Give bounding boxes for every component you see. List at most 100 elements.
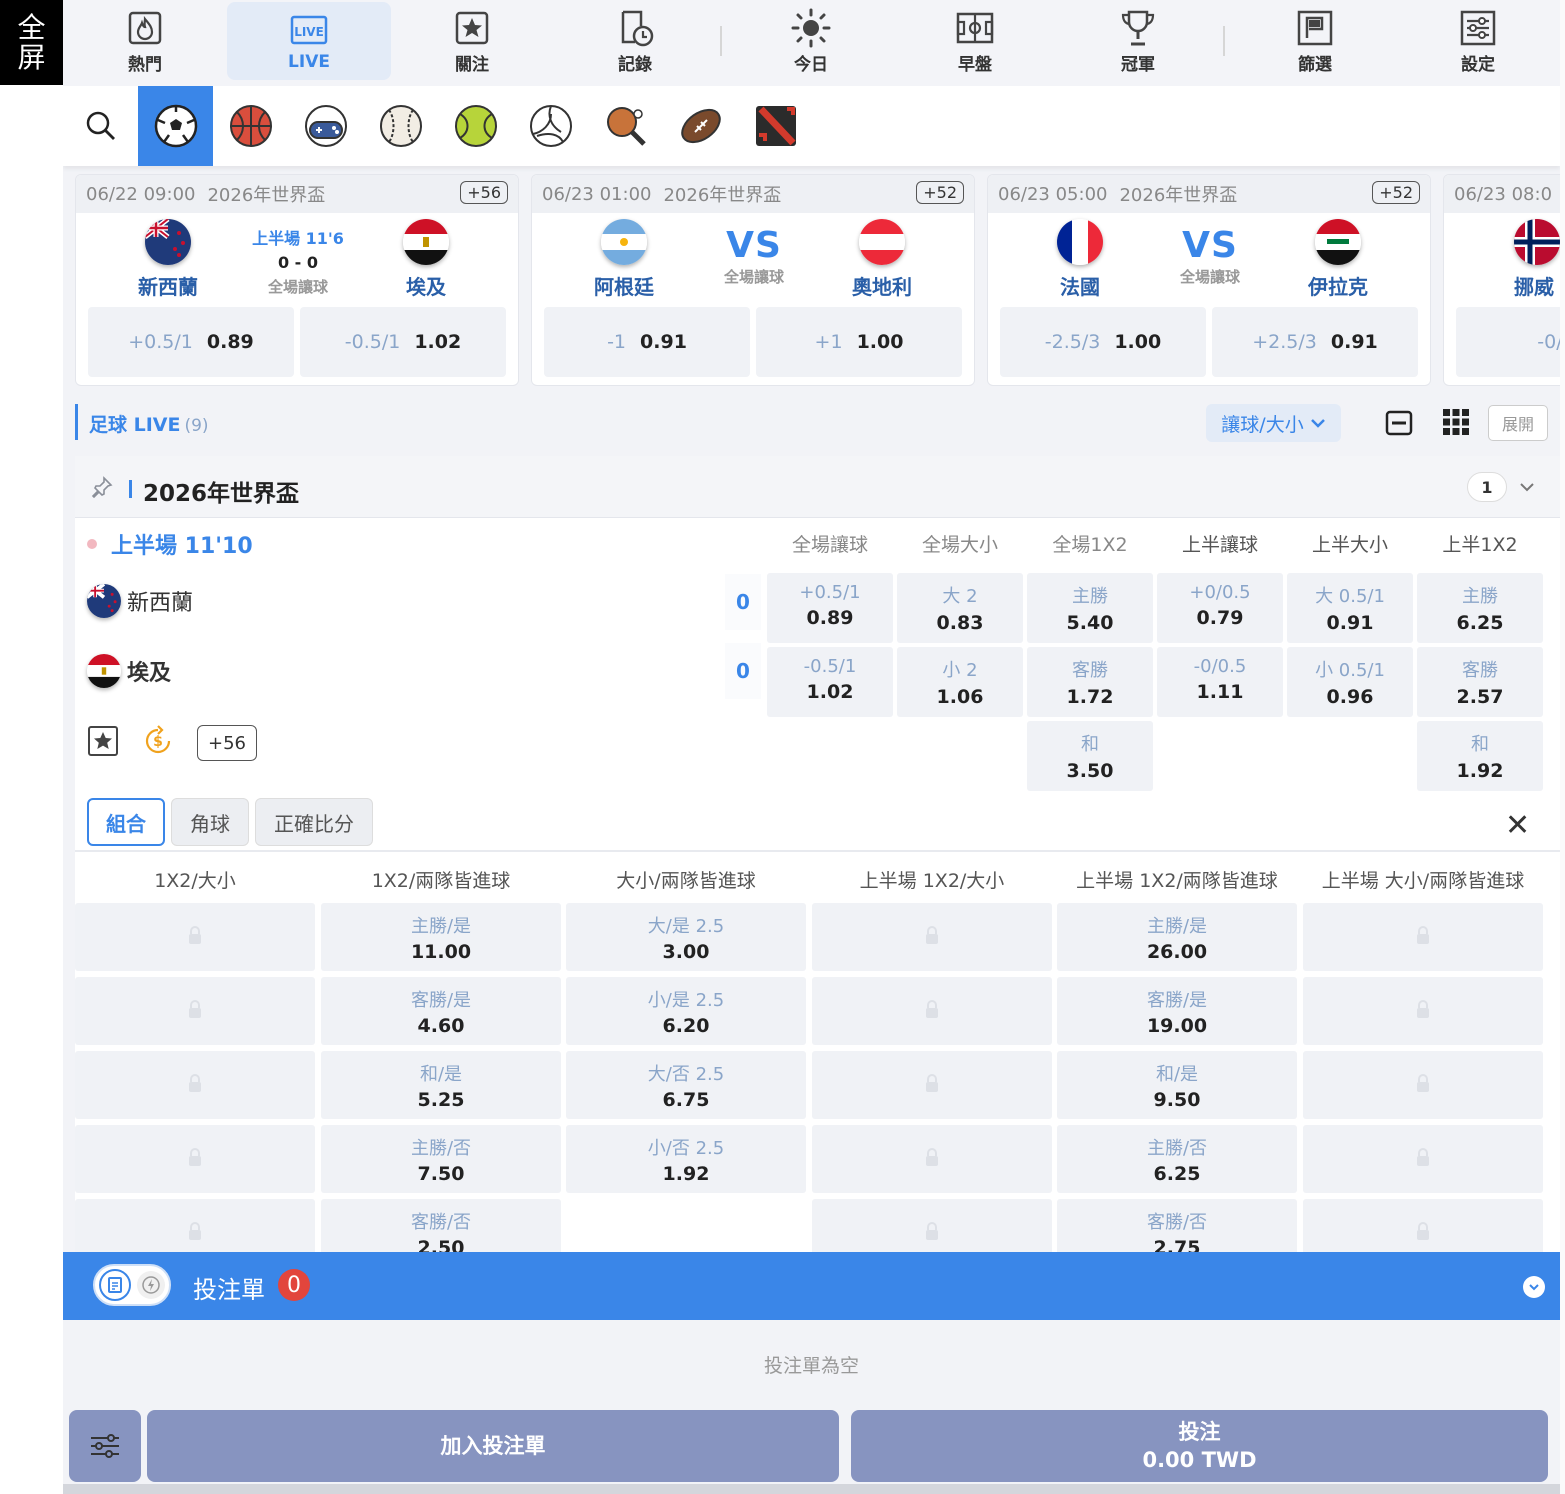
close-icon[interactable]: ✕: [1505, 808, 1530, 843]
sport-volleyball[interactable]: [513, 86, 588, 166]
bet-mode-toggle[interactable]: [93, 1264, 171, 1306]
odds-cell[interactable]: 主勝 6.25: [1417, 573, 1543, 643]
sport-american-football[interactable]: [663, 86, 738, 166]
nav-follow[interactable]: 關注: [390, 2, 554, 80]
odds-cell[interactable]: 客勝 1.72: [1027, 647, 1153, 717]
tab-combo[interactable]: 組合: [87, 798, 165, 846]
section-title: 足球 LIVE (9): [89, 410, 209, 437]
nav-live[interactable]: LIVE LIVE: [227, 2, 391, 80]
fullscreen-button[interactable]: 全 屏: [0, 0, 63, 85]
tab-correct-score[interactable]: 正確比分: [255, 798, 373, 846]
market-dropdown[interactable]: 讓球/大小: [1206, 404, 1341, 442]
more-markets-badge[interactable]: +56: [460, 181, 508, 204]
combo-odds-cell[interactable]: 大/是 2.5 3.00: [566, 903, 806, 971]
odds-cell[interactable]: -0.5/1 1.02: [767, 647, 893, 717]
combo-odds-cell[interactable]: 客勝/是 4.60: [321, 977, 561, 1045]
place-bet-button[interactable]: 投注 0.00 TWD: [851, 1410, 1548, 1482]
nav-hot[interactable]: 熱門: [63, 2, 227, 80]
bet-slip-toggle[interactable]: [1523, 1276, 1545, 1298]
featured-card[interactable]: 06/22 09:00 2026年世界盃 +56 新西蘭 上半場 11'6 0 …: [75, 174, 519, 386]
odds-cell[interactable]: 大 2 0.83: [897, 573, 1023, 643]
odds-cell[interactable]: 大 0.5/1 0.91: [1287, 573, 1413, 643]
odds-button[interactable]: -0/0.: [1456, 307, 1560, 377]
lock-icon: [1415, 1073, 1431, 1097]
more-markets-badge[interactable]: +52: [916, 181, 964, 204]
combo-odds-cell[interactable]: 和/是 9.50: [1057, 1051, 1297, 1119]
featured-card[interactable]: 06/23 05:00 2026年世界盃 +52 法國 VS 全場讓球 伊拉克 …: [987, 174, 1431, 386]
match-datetime: 06/23 08:0: [1454, 183, 1553, 205]
scrollbar[interactable]: [1560, 0, 1565, 1494]
featured-card[interactable]: 06/23 08:0 挪威 -0/0.: [1443, 174, 1560, 386]
tab-corners[interactable]: 角球: [171, 798, 249, 846]
odds-button[interactable]: +1 1.00: [756, 307, 962, 377]
sport-dota[interactable]: [738, 86, 813, 166]
expand-button[interactable]: 展開: [1488, 405, 1548, 441]
combo-odds-cell[interactable]: 主勝/否 7.50: [321, 1125, 561, 1193]
sport-search-button[interactable]: [63, 86, 138, 166]
featured-card[interactable]: 06/23 01:00 2026年世界盃 +52 阿根廷 VS 全場讓球 奧地利…: [531, 174, 975, 386]
odds-cell[interactable]: +0.5/1 0.89: [767, 573, 893, 643]
combo-odds-cell[interactable]: 客勝/是 19.00: [1057, 977, 1297, 1045]
odds-cell[interactable]: 主勝 5.40: [1027, 573, 1153, 643]
cashout-button[interactable]: $: [141, 724, 175, 762]
sport-tennis[interactable]: [438, 86, 513, 166]
column-header: 上半大小: [1311, 534, 1388, 556]
odds-button[interactable]: +2.5/3 0.91: [1212, 307, 1418, 377]
sport-table-tennis[interactable]: [588, 86, 663, 166]
odds-button[interactable]: -0.5/1 1.02: [300, 307, 506, 377]
volleyball-icon: [529, 105, 572, 147]
odds-cell[interactable]: 和 3.50: [1027, 721, 1153, 791]
nav-filter-label: 篩選: [1298, 54, 1332, 75]
combo-odds-cell[interactable]: 主勝/是 11.00: [321, 903, 561, 971]
combo-odds-cell[interactable]: 小/否 2.5 1.92: [566, 1125, 806, 1193]
combo-odds-cell[interactable]: 小/是 2.5 6.20: [566, 977, 806, 1045]
odds-cell[interactable]: 小 2 1.06: [897, 647, 1023, 717]
soccer-icon: [154, 104, 197, 148]
nav-champion[interactable]: 冠軍: [1056, 2, 1220, 80]
more-markets-badge[interactable]: +52: [1372, 181, 1420, 204]
odds-cell[interactable]: -0/0.5 1.11: [1157, 647, 1283, 717]
nav-early[interactable]: 早盤: [893, 2, 1057, 80]
odds-label: 小/否 2.5: [647, 1138, 725, 1159]
sport-soccer[interactable]: [138, 86, 213, 166]
odds-button[interactable]: -2.5/3 1.00: [1000, 307, 1206, 377]
league-header[interactable]: 2026年世界盃 1: [75, 456, 1560, 518]
odds-button[interactable]: +0.5/1 0.89: [88, 307, 294, 377]
sport-esports[interactable]: [288, 86, 363, 166]
combo-odds-cell[interactable]: 主勝/否 6.25: [1057, 1125, 1297, 1193]
iraq-flag-icon: [1315, 219, 1361, 265]
nav-today[interactable]: 今日: [729, 2, 893, 80]
nav-filter[interactable]: 篩選: [1233, 2, 1397, 80]
slip-settings-button[interactable]: [69, 1410, 141, 1482]
austria-flag-icon: [859, 219, 905, 265]
top-nav: 熱門 LIVE LIVE 關注 記錄 今日 早盤 冠軍 篩選 設定: [63, 0, 1560, 86]
odds-cell[interactable]: 和 1.92: [1417, 721, 1543, 791]
nav-settings[interactable]: 設定: [1396, 2, 1560, 80]
combo-odds-cell[interactable]: 大/否 2.5 6.75: [566, 1051, 806, 1119]
favorite-button[interactable]: [87, 725, 119, 761]
odds-cell[interactable]: +0/0.5 0.79: [1157, 573, 1283, 643]
search-icon: [86, 111, 115, 140]
egypt-flag-icon: [87, 654, 121, 688]
locked-odds-cell: [1303, 903, 1543, 971]
combo-odds-cell[interactable]: 主勝/是 26.00: [1057, 903, 1297, 971]
collapse-all-button[interactable]: [1385, 410, 1413, 440]
sport-baseball[interactable]: [363, 86, 438, 166]
bet-slip-header[interactable]: 投注單 0: [63, 1252, 1560, 1320]
odds-value: 0.91: [1330, 331, 1378, 353]
grid-view-button[interactable]: [1442, 408, 1470, 440]
odds-cell[interactable]: 小 0.5/1 0.96: [1287, 647, 1413, 717]
chevron-down-icon: [1529, 1284, 1539, 1291]
odds-button[interactable]: -1 0.91: [544, 307, 750, 377]
combo-odds-cell[interactable]: 和/是 5.25: [321, 1051, 561, 1119]
home-team-name: 法國: [1060, 275, 1100, 299]
sport-basketball[interactable]: [213, 86, 288, 166]
league-collapse-button[interactable]: [1519, 478, 1535, 497]
league-accent-bar: [129, 480, 132, 498]
nav-history[interactable]: 記錄: [553, 2, 717, 80]
more-markets-button[interactable]: +56: [197, 725, 257, 761]
add-to-slip-button[interactable]: 加入投注單: [147, 1410, 839, 1482]
odds-cell[interactable]: 客勝 2.57: [1417, 647, 1543, 717]
lock-icon: [187, 1147, 203, 1171]
pin-button[interactable]: [91, 476, 113, 502]
